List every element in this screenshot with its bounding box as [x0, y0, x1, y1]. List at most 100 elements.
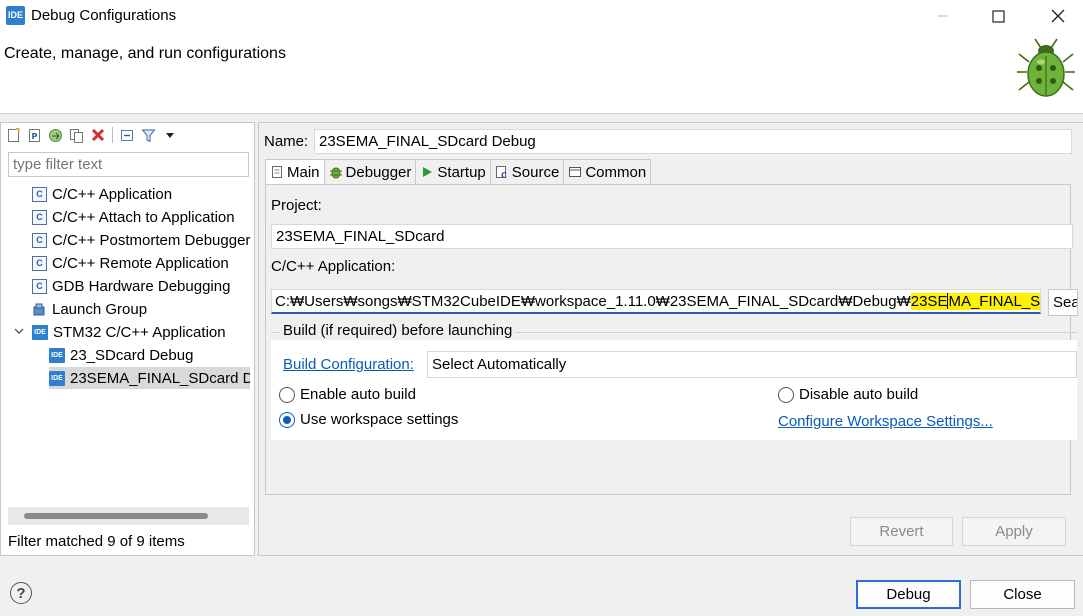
tree-item-label: 23SEMA_FINAL_SDcard Debug: [70, 369, 250, 387]
project-label: Project:: [271, 197, 322, 214]
tree-item-label: C/C++ Postmortem Debugger: [52, 231, 251, 249]
dialog-header: Create, manage, and run configurations: [0, 32, 1083, 114]
main-tab-content: Project: 23SEMA_FINAL_SDcard C/C++ Appli…: [265, 184, 1078, 495]
tab-label: Startup: [437, 163, 486, 181]
tab-label: Common: [585, 163, 647, 181]
tree-item-label: STM32 C/C++ Application: [53, 323, 226, 341]
header-title: Create, manage, and run configurations: [4, 45, 286, 62]
debugger-tab-icon: [329, 165, 343, 179]
tree-item-label: GDB Hardware Debugging: [52, 277, 231, 295]
tree-item-cpp-attach[interactable]: C C/C++ Attach to Application: [32, 206, 235, 228]
radio-label: Disable auto build: [799, 386, 919, 403]
title-bar: IDE Debug Configurations: [0, 0, 1083, 32]
stm32-ide-icon: IDE: [49, 347, 65, 363]
tab-debugger[interactable]: Debugger: [324, 159, 417, 185]
new-configuration-icon[interactable]: [5, 127, 22, 144]
configuration-editor-panel: Name: 23SEMA_FINAL_SDcard Debug Main Deb…: [258, 122, 1083, 556]
name-label: Name:: [264, 133, 309, 150]
tree-item-cpp-application[interactable]: C C/C++ Application: [32, 183, 172, 205]
tab-common[interactable]: Common: [564, 159, 652, 185]
path-prefix: C:₩Users₩songs₩STM32CubeIDE₩workspace_1.…: [275, 293, 911, 310]
search-project-button[interactable]: Search Project...: [1048, 289, 1078, 316]
main-tab-icon: [270, 165, 284, 179]
tree-item-label: C/C++ Application: [52, 185, 173, 203]
tree-item-label: C/C++ Attach to Application: [52, 208, 235, 226]
configuration-tree: C C/C++ Application C C/C++ Attach to Ap…: [1, 183, 254, 391]
tree-item-label: Launch Group: [52, 300, 148, 318]
delete-icon[interactable]: [89, 127, 106, 144]
use-workspace-settings-radio[interactable]: Use workspace settings: [279, 411, 458, 428]
radio-label: Enable auto build: [300, 386, 416, 403]
name-field[interactable]: 23SEMA_FINAL_SDcard Debug: [314, 129, 1072, 154]
application-path-field[interactable]: C:₩Users₩songs₩STM32CubeIDE₩workspace_1.…: [271, 289, 1041, 314]
tab-startup[interactable]: Startup: [416, 159, 491, 185]
bug-logo-icon: [1015, 36, 1077, 102]
tree-item-label: C/C++ Remote Application: [52, 254, 229, 272]
build-group-legend: Build (if required) before launching: [280, 322, 516, 339]
tree-item-launch-group[interactable]: Launch Group: [32, 298, 147, 320]
filter-status: Filter matched 9 of 9 items: [8, 533, 185, 550]
common-tab-icon: [568, 165, 582, 179]
tab-main[interactable]: Main: [265, 159, 325, 185]
svg-text:P: P: [31, 132, 37, 141]
expand-chevron-icon[interactable]: [12, 328, 26, 336]
configure-workspace-settings-link[interactable]: Configure Workspace Settings...: [778, 413, 993, 430]
startup-tab-icon: [420, 165, 434, 179]
tab-source[interactable]: C Source: [490, 159, 565, 185]
left-toolbar: P: [5, 125, 178, 145]
toolbar-separator: [112, 127, 113, 143]
tab-bar: Main Debugger Startup C Source Common: [265, 159, 652, 185]
svg-text:C: C: [501, 171, 507, 179]
radio-circle: [778, 386, 794, 403]
minimize-icon[interactable]: [920, 0, 966, 32]
c-launch-icon: C: [32, 278, 47, 294]
build-configuration-select[interactable]: Select Automatically: [427, 351, 1077, 378]
c-launch-icon: C: [32, 209, 47, 225]
tree-item-cpp-postmortem[interactable]: C C/C++ Postmortem Debugger: [32, 229, 250, 251]
app-icon: IDE: [6, 6, 25, 25]
stm32-ide-icon: IDE: [49, 370, 65, 386]
build-configuration-link[interactable]: Build Configuration:: [283, 356, 414, 373]
tree-item-label: 23_SDcard Debug: [70, 346, 194, 364]
disable-auto-build-radio[interactable]: Disable auto build: [778, 386, 918, 403]
tree-item-23sema-final-sdcard-debug[interactable]: IDE 23SEMA_FINAL_SDcard Debug: [49, 367, 250, 389]
radio-circle: [279, 386, 295, 403]
c-launch-icon: C: [32, 186, 47, 202]
maximize-icon[interactable]: [975, 0, 1021, 32]
c-launch-icon: C: [32, 232, 47, 248]
path-highlight: MA_FINAL_SDcard.elf: [948, 293, 1040, 310]
c-launch-icon: C: [32, 255, 47, 271]
tree-item-stm32-application[interactable]: IDE STM32 C/C++ Application: [12, 321, 226, 343]
tree-item-23-sdcard-debug[interactable]: IDE 23_SDcard Debug: [49, 344, 193, 366]
launch-group-icon: [32, 302, 47, 317]
view-menu-chevron-icon[interactable]: [161, 127, 178, 144]
radio-label: Use workspace settings: [300, 411, 459, 428]
close-button[interactable]: Close: [970, 580, 1075, 609]
new-prototype-icon[interactable]: P: [26, 127, 43, 144]
tab-label: Source: [511, 163, 560, 181]
apply-button[interactable]: Apply: [962, 517, 1066, 546]
filter-input[interactable]: [8, 152, 249, 177]
tab-label: Main: [287, 163, 320, 181]
application-label: C/C++ Application:: [271, 258, 396, 275]
source-tab-icon: C: [495, 165, 509, 179]
project-field[interactable]: 23SEMA_FINAL_SDcard: [271, 224, 1073, 249]
debug-button[interactable]: Debug: [856, 580, 961, 609]
window-title: Debug Configurations: [31, 7, 177, 24]
revert-button[interactable]: Revert: [850, 517, 953, 546]
enable-auto-build-radio[interactable]: Enable auto build: [279, 386, 416, 403]
tree-item-gdb-hardware[interactable]: C GDB Hardware Debugging: [32, 275, 230, 297]
tree-item-cpp-remote[interactable]: C C/C++ Remote Application: [32, 252, 229, 274]
close-icon[interactable]: [1035, 0, 1081, 32]
configuration-list-panel: P C C/C++ Application C C/C++ Attach to …: [0, 122, 255, 556]
help-icon[interactable]: ?: [10, 582, 32, 604]
filter-icon[interactable]: [140, 127, 157, 144]
scrollbar-thumb[interactable]: [24, 513, 208, 519]
duplicate-icon[interactable]: [68, 127, 85, 144]
export-configuration-icon[interactable]: [47, 127, 64, 144]
radio-circle-checked: [279, 411, 295, 428]
collapse-all-icon[interactable]: [119, 127, 136, 144]
path-highlight: 23SE: [910, 293, 948, 310]
stm32-ide-icon: IDE: [32, 324, 48, 340]
tab-label: Debugger: [345, 163, 412, 181]
